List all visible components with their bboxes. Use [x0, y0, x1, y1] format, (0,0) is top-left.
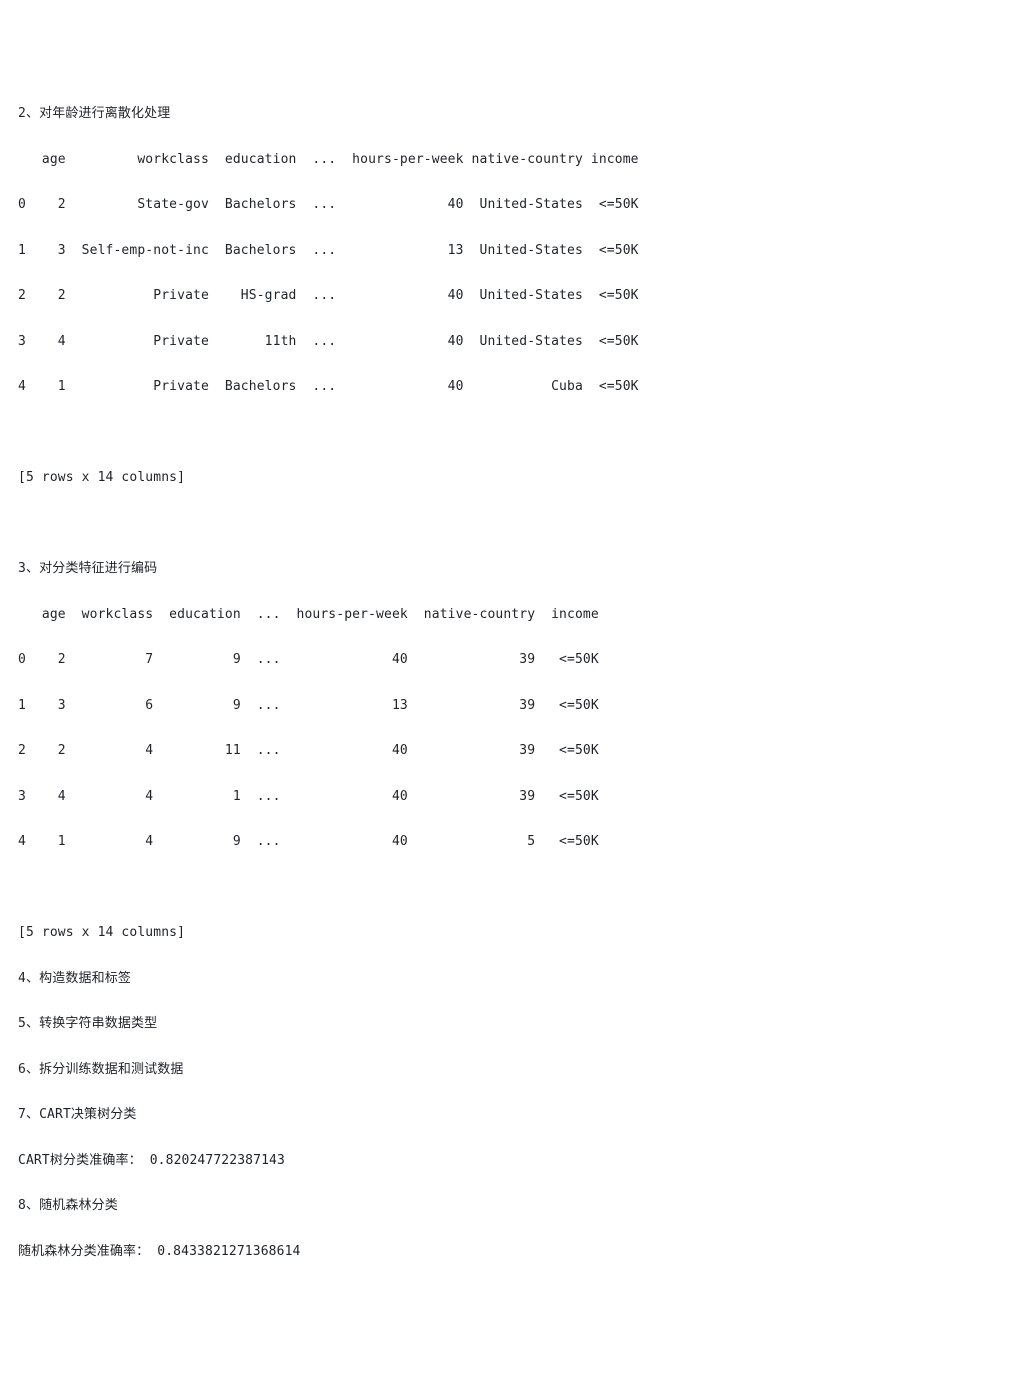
step-6: 6、拆分训练数据和测试数据: [18, 1059, 1014, 1082]
blank-line: [18, 877, 1014, 900]
table-row: 1 3 Self-emp-not-inc Bachelors ... 13 Un…: [18, 240, 1014, 263]
section2-header: age workclass education ... hours-per-we…: [18, 149, 1014, 172]
section2-footer: [5 rows x 14 columns]: [18, 467, 1014, 490]
section3-title: 3、对分类特征进行编码: [18, 558, 1014, 581]
table-row: 1 3 6 9 ... 13 39 <=50K: [18, 695, 1014, 718]
table-row: 0 2 State-gov Bachelors ... 40 United-St…: [18, 194, 1014, 217]
step-7: 7、CART决策树分类: [18, 1104, 1014, 1127]
table-row: 4 1 4 9 ... 40 5 <=50K: [18, 831, 1014, 854]
section2-title: 2、对年龄进行离散化处理: [18, 103, 1014, 126]
step-4: 4、构造数据和标签: [18, 968, 1014, 991]
section3-header: age workclass education ... hours-per-we…: [18, 604, 1014, 627]
blank-line: [18, 422, 1014, 445]
cart-accuracy: CART树分类准确率： 0.820247722387143: [18, 1150, 1014, 1173]
table-row: 4 1 Private Bachelors ... 40 Cuba <=50K: [18, 376, 1014, 399]
table-row: 3 4 4 1 ... 40 39 <=50K: [18, 786, 1014, 809]
blank-line: [18, 513, 1014, 536]
table-row: 3 4 Private 11th ... 40 United-States <=…: [18, 331, 1014, 354]
step-8: 8、随机森林分类: [18, 1195, 1014, 1218]
section3-footer: [5 rows x 14 columns]: [18, 922, 1014, 945]
table-row: 2 2 Private HS-grad ... 40 United-States…: [18, 285, 1014, 308]
table-row: 2 2 4 11 ... 40 39 <=50K: [18, 740, 1014, 763]
table-row: 0 2 7 9 ... 40 39 <=50K: [18, 649, 1014, 672]
rf-accuracy: 随机森林分类准确率： 0.8433821271368614: [18, 1241, 1014, 1264]
step-5: 5、转换字符串数据类型: [18, 1013, 1014, 1036]
